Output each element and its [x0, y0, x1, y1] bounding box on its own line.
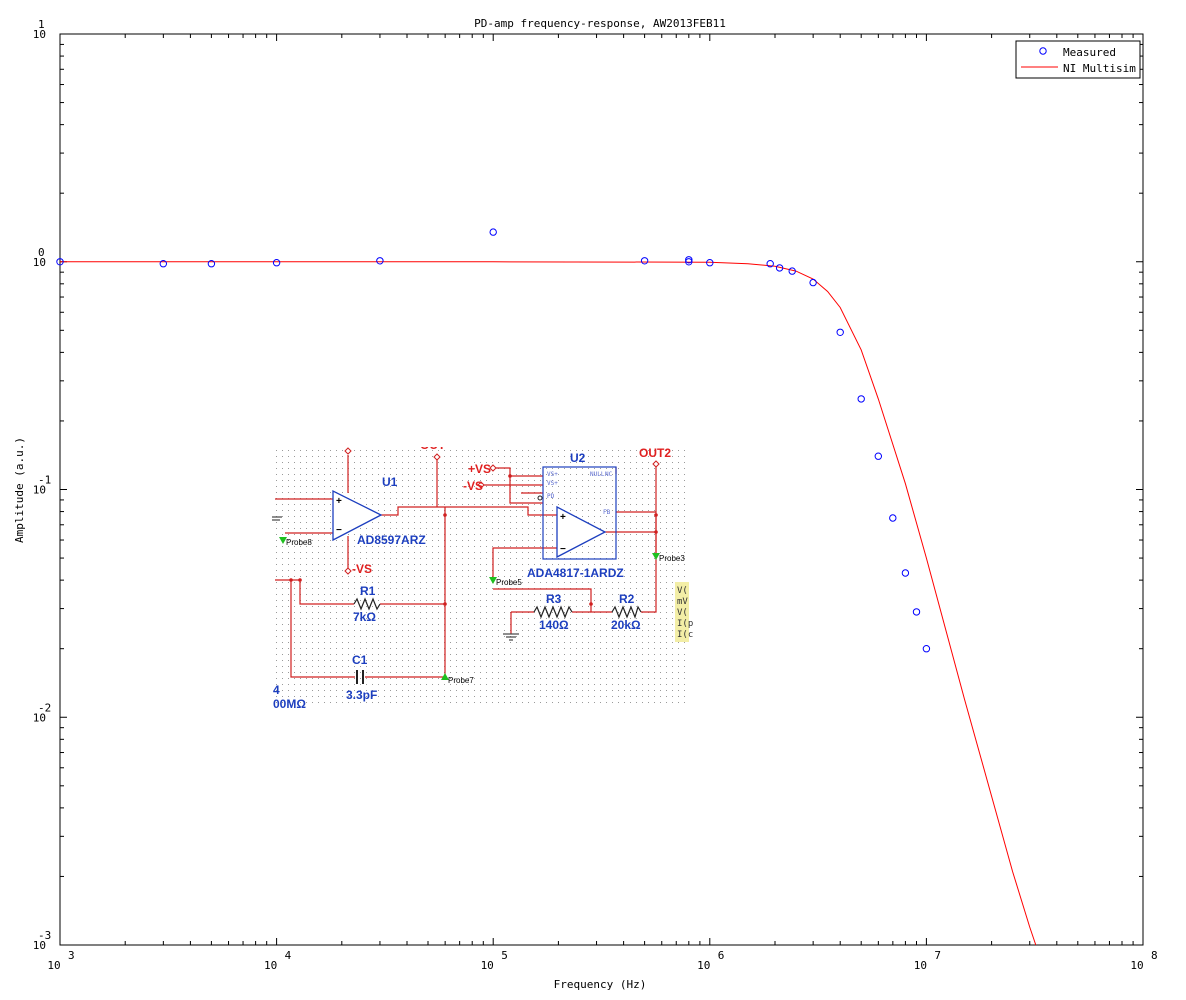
x-tick-exponent: 7 [934, 949, 941, 962]
probe8-label: Probe8 [286, 538, 312, 547]
svg-text:V(: V( [677, 586, 688, 596]
x-tick-label: 10 [47, 959, 60, 972]
circuit-schematic-inset: + − + − VS+ VS+ PD FB NULL NC V(mV V(I… [272, 437, 693, 711]
y-tick-exponent: -1 [38, 474, 51, 487]
c1-label: C1 [352, 653, 368, 667]
u2-pin-label: VS+ [547, 471, 558, 478]
probe3-label: Probe3 [659, 554, 685, 563]
x-tick-exponent: 8 [1151, 949, 1158, 962]
svg-text:I(c: I(c [677, 630, 693, 640]
y-axis-label: Amplitude (a.u.) [13, 437, 26, 543]
vs-neg-u1-label: -VS [352, 562, 372, 576]
chart-figure: PD-amp frequency-response, AW2013FEB11 1… [0, 0, 1186, 1000]
r3-label: R3 [546, 592, 562, 606]
u2-label: U2 [570, 451, 586, 465]
x-axis-label: Frequency (Hz) [554, 978, 647, 991]
r1-label: R1 [360, 584, 376, 598]
u1-label: U1 [382, 475, 398, 489]
svg-text:+: + [560, 512, 566, 523]
cut-label: 00MΩ [273, 697, 306, 711]
vs-neg-u2-label: -VS [463, 479, 483, 493]
vs-pos-label: +VS [468, 462, 491, 476]
svg-text:−: − [336, 525, 342, 536]
y-tick-exponent: -2 [38, 701, 51, 714]
r2-value: 20kΩ [611, 618, 641, 632]
x-tick-exponent: 6 [718, 949, 725, 962]
x-tick-label: 10 [697, 959, 710, 972]
legend: Measured NI Multisim [1015, 40, 1141, 79]
chart-title: PD-amp frequency-response, AW2013FEB11 [474, 17, 726, 30]
svg-text:I(p: I(p [677, 619, 693, 629]
cut-label: 4 [273, 683, 280, 697]
svg-text:V(: V( [677, 608, 688, 618]
x-tick-exponent: 5 [501, 949, 508, 962]
r1-value: 7kΩ [353, 610, 376, 624]
probe5-label: Probe5 [496, 578, 522, 587]
x-tick-label: 10 [914, 959, 927, 972]
y-tick-exponent: -3 [38, 929, 51, 942]
svg-text:+: + [336, 496, 342, 507]
inset-top-mask [273, 437, 685, 447]
c1-value: 3.3pF [346, 688, 377, 702]
probe7-label: Probe7 [448, 676, 474, 685]
u2-pin-label: NC [605, 471, 613, 478]
u2-pin-label: VS+ [547, 480, 558, 487]
u2-pin-label: FB [603, 509, 611, 516]
u2-pin-label: PD [547, 493, 555, 500]
r2-label: R2 [619, 592, 635, 606]
legend-label-multisim: NI Multisim [1063, 62, 1136, 75]
svg-text:−: − [560, 544, 566, 555]
x-tick-label: 10 [264, 959, 277, 972]
u2-part: ADA4817-1ARDZ [527, 566, 624, 580]
svg-text:mV: mV [677, 597, 688, 607]
x-tick-exponent: 4 [285, 949, 292, 962]
out2-label: OUT2 [639, 446, 671, 460]
x-tick-exponent: 3 [68, 949, 75, 962]
u2-pin-label: NULL [590, 471, 605, 478]
y-tick-exponent: 1 [38, 18, 45, 31]
legend-label-measured: Measured [1063, 46, 1116, 59]
u1-part: AD8597ARZ [357, 533, 426, 547]
x-tick-label: 10 [481, 959, 494, 972]
r3-value: 140Ω [539, 618, 569, 632]
y-tick-exponent: 0 [38, 246, 45, 259]
x-tick-label: 10 [1130, 959, 1143, 972]
